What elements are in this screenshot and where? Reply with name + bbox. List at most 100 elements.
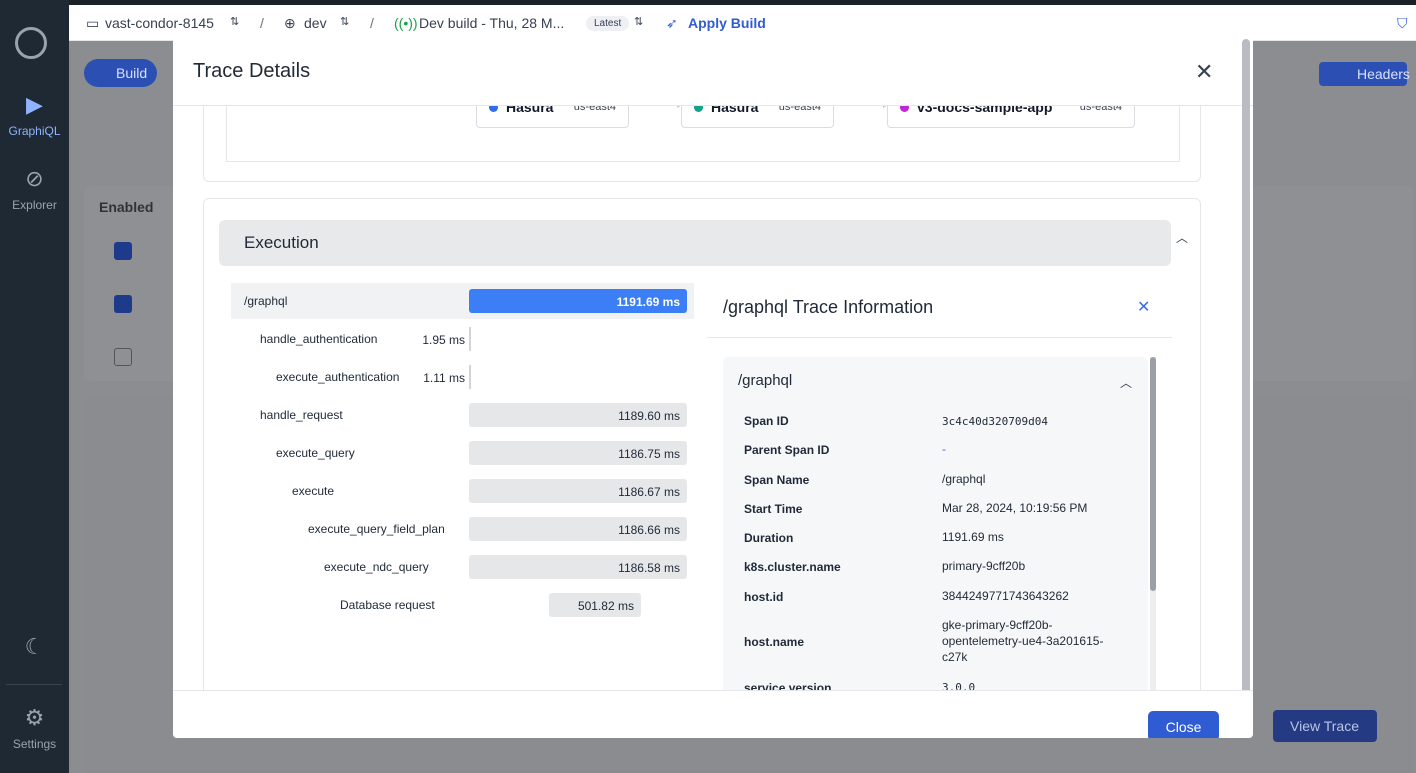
- span-duration-bar: [469, 365, 471, 389]
- service-node[interactable]: Hasura us-east4: [476, 106, 629, 128]
- service-node[interactable]: v3-docs-sample-app us-east4: [887, 106, 1135, 128]
- modal-scrollbar[interactable]: [1241, 39, 1251, 713]
- theme-toggle[interactable]: ☾: [0, 634, 69, 666]
- gear-icon: ⚙: [24, 705, 45, 730]
- span-row[interactable]: execute_query_field_plan 1186.66 ms: [231, 511, 694, 547]
- scroll-thumb[interactable]: [1150, 357, 1156, 591]
- trace-info-title: /graphql Trace Information: [723, 297, 934, 317]
- span-row[interactable]: handle_request 1189.60 ms: [231, 397, 694, 433]
- service-node-name: v3-docs-sample-app: [917, 106, 1053, 115]
- header-checkbox[interactable]: [114, 295, 132, 313]
- span-row[interactable]: Database request 501.82 ms: [231, 587, 694, 623]
- field-value: 3844249771743643262: [942, 589, 1069, 603]
- field-key: k8s.cluster.name: [744, 560, 841, 574]
- span-duration-bar: 1186.58 ms: [469, 555, 687, 579]
- chevron-updown-icon: ⇅: [340, 16, 350, 28]
- close-button[interactable]: Close: [1148, 711, 1219, 738]
- service-node-region: us-east4: [573, 106, 616, 113]
- breadcrumb-separator: /: [370, 15, 374, 31]
- span-name: execute_query: [276, 446, 355, 460]
- span-name: Database request: [340, 598, 435, 612]
- span-row[interactable]: handle_authentication 1.95 ms: [231, 321, 694, 357]
- span-name: execute_query_field_plan: [308, 522, 445, 536]
- span-row[interactable]: /graphql 1191.69 ms: [231, 283, 694, 319]
- rail-item-graphiql[interactable]: ▶ GraphiQL: [0, 92, 69, 138]
- span-duration-bar: 501.82 ms: [549, 593, 641, 617]
- modal-body: Hasura us-east4 Hasura us-east4 v3-docs-…: [173, 106, 1237, 690]
- chevron-up-icon[interactable]: ︿: [1120, 374, 1132, 391]
- latest-badge: Latest: [586, 16, 630, 31]
- header-checkbox[interactable]: [114, 242, 132, 260]
- execution-accordion-header[interactable]: Execution: [219, 220, 1171, 266]
- service-node-region: us-east4: [778, 106, 821, 113]
- compass-icon: ⊘: [25, 166, 44, 191]
- status-dot: [900, 106, 909, 112]
- rail-item-settings[interactable]: ⚙ Settings: [0, 705, 69, 751]
- field-key: Parent Span ID: [744, 443, 830, 457]
- field-value: 1191.69 ms: [942, 530, 1004, 544]
- build-selector[interactable]: Dev build - Thu, 28 M...: [419, 15, 564, 31]
- folder-icon: ▭: [86, 15, 100, 31]
- service-graph: Hasura us-east4 Hasura us-east4 v3-docs-…: [226, 106, 1180, 162]
- service-node[interactable]: Hasura us-east4: [681, 106, 834, 128]
- span-detail-panel: /graphql ︿ Span ID 3c4c40d320709d04 Pare…: [723, 357, 1148, 690]
- span-duration-bar: 1189.60 ms: [469, 403, 687, 427]
- span-row[interactable]: execute_authentication 1.11 ms: [231, 359, 694, 395]
- span-row[interactable]: execute_ndc_query 1186.58 ms: [231, 549, 694, 585]
- span-detail-title: /graphql: [738, 372, 793, 389]
- span-row[interactable]: execute 1186.67 ms: [231, 473, 694, 509]
- field-value: /graphql: [942, 472, 986, 486]
- chevron-updown-icon: ⇅: [634, 16, 644, 28]
- field-value: 3.0.0: [942, 681, 976, 690]
- span-duration-bar: 1186.67 ms: [469, 479, 687, 503]
- divider: [707, 337, 1172, 338]
- chevron-updown-icon: ⇅: [230, 16, 240, 28]
- globe-icon: ⊕: [284, 15, 296, 31]
- moon-icon: ☾: [24, 634, 45, 659]
- execution-card: Execution ︿ /graphql 1191.69 ms handle_a…: [203, 198, 1201, 690]
- top-bar: ▭ vast-condor-8145 ⇅ / ⊕ dev ⇅ / ((•)) D…: [69, 5, 1416, 41]
- close-icon[interactable]: ✕: [1137, 297, 1150, 317]
- rail-item-label: Explorer: [12, 198, 57, 212]
- span-name: handle_request: [260, 408, 343, 422]
- modal-footer: Close: [173, 690, 1253, 738]
- service-node-region: us-east4: [1079, 106, 1122, 113]
- rocket-icon: ➶: [666, 15, 678, 31]
- enabled-column-header: Enabled: [99, 199, 154, 215]
- project-selector[interactable]: vast-condor-8145: [105, 15, 214, 31]
- left-rail: ▶ GraphiQL ⊘ Explorer ☾ ⚙ Settings: [0, 0, 69, 773]
- close-icon[interactable]: ✕: [1195, 59, 1213, 85]
- view-trace-button[interactable]: View Trace: [1273, 710, 1377, 742]
- shield-icon: ⛉: [1397, 15, 1408, 31]
- field-key: Span Name: [744, 473, 810, 487]
- status-dot: [489, 106, 498, 112]
- trace-details-modal: Trace Details ✕ Hasura us-east4 Hasura u…: [173, 37, 1253, 738]
- build-button[interactable]: Build: [84, 59, 157, 87]
- span-name: execute_authentication: [276, 370, 400, 384]
- span-name: /graphql: [244, 294, 288, 308]
- execution-title: Execution: [244, 233, 319, 252]
- hasura-logo-icon: [15, 27, 47, 59]
- span-row[interactable]: execute_query 1186.75 ms: [231, 435, 694, 471]
- apply-build-button[interactable]: Apply Build: [688, 15, 766, 31]
- header-checkbox[interactable]: [114, 348, 132, 366]
- play-icon: ▶: [26, 92, 43, 117]
- span-detail-scrollbar[interactable]: [1150, 357, 1156, 690]
- scroll-thumb[interactable]: [1242, 39, 1250, 713]
- modal-header: Trace Details ✕: [173, 37, 1253, 106]
- rail-divider: [6, 684, 62, 685]
- span-duration-bar: 1191.69 ms: [469, 289, 687, 313]
- span-duration-bar: 1186.66 ms: [469, 517, 687, 541]
- headers-button[interactable]: Headers: [1319, 62, 1410, 86]
- service-graph-card: Hasura us-east4 Hasura us-east4 v3-docs-…: [203, 106, 1201, 182]
- field-value: Mar 28, 2024, 10:19:56 PM: [942, 501, 1088, 515]
- broadcast-icon: ((•)): [394, 15, 418, 31]
- span-duration-bar: 1186.75 ms: [469, 441, 687, 465]
- span-duration-bar: [469, 327, 471, 351]
- field-key: Span ID: [744, 414, 789, 428]
- chevron-up-icon[interactable]: ︿: [1176, 229, 1188, 246]
- environment-selector[interactable]: dev: [304, 15, 327, 31]
- rail-item-explorer[interactable]: ⊘ Explorer: [0, 166, 69, 212]
- field-value: gke-primary-9cff20b-opentelemetry-ue4-3a…: [942, 618, 1104, 664]
- service-node-name: Hasura: [506, 106, 554, 115]
